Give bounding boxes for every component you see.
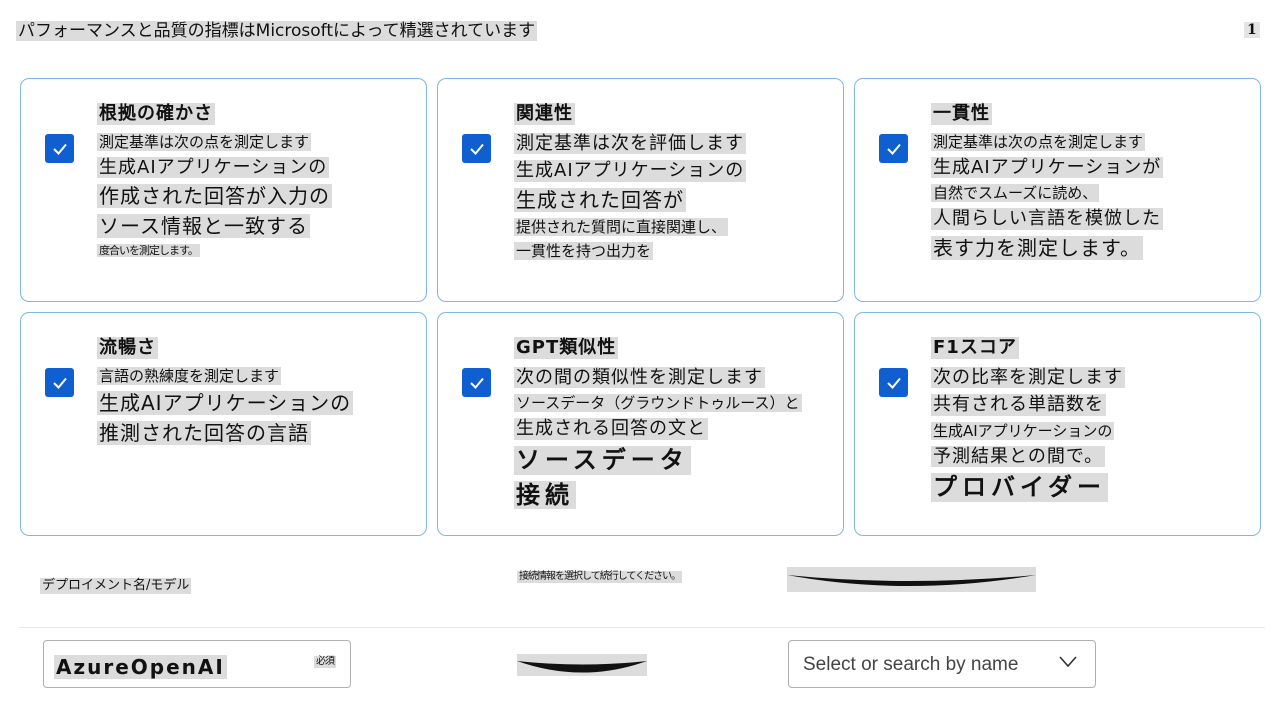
check-icon	[52, 377, 67, 389]
metric-description-line: 度合いを測定します。	[97, 244, 200, 258]
page-index-badge: 1	[1244, 22, 1260, 38]
metric-checkbox[interactable]	[879, 134, 908, 163]
chevron-down-icon	[1059, 656, 1077, 668]
metric-card: 根拠の確かさ測定基準は次の点を測定します生成AIアプリケーションの 作成された回答…	[20, 78, 427, 302]
metric-title: 関連性	[514, 103, 575, 125]
metric-description-line: 作成された回答が入力の	[97, 184, 332, 209]
metric-card-body: 流暢さ言語の熟練度を測定します生成AIアプリケーションの 推測された回答の言語	[97, 337, 412, 451]
metric-card: F1スコア次の比率を測定します 共有される単語数を 生成AIアプリケーションの予測結…	[854, 312, 1261, 536]
connection-hint: 接続情報を選択して続行してください。	[517, 571, 683, 583]
metric-card-body: 一貫性測定基準は次の点を測定します生成AIアプリケーションが自然でスムーズに読め…	[931, 103, 1246, 266]
metric-description-line: 表す力を測定します。	[931, 235, 1143, 260]
metric-description-line: 測定基準は次の点を測定します	[931, 132, 1146, 151]
metric-description-line: 共有される単語数を	[931, 394, 1106, 416]
check-icon	[886, 143, 901, 155]
metric-description-line: ソース情報と一致する	[97, 214, 310, 239]
metric-description-line: 生成AIアプリケーションの	[97, 390, 354, 415]
metric-description-line: 言語の熟練度を測定します	[97, 366, 282, 385]
metric-description-line: 予測結果との間で。	[931, 445, 1106, 468]
required-marker: 必須	[314, 656, 336, 668]
check-icon	[469, 143, 484, 155]
metric-description-line: 次の比率を測定します	[931, 366, 1125, 389]
metric-card: GPT類似性次の間の類似性を測定しますソースデータ（グラウンドトゥルース）と 生成…	[437, 312, 844, 536]
page-title: パフォーマンスと品質の指標はMicrosoftによって精選されています	[16, 21, 538, 42]
metric-card-body: 関連性測定基準は次を評価します 生成AIアプリケーションの 生成された回答が提供され…	[514, 103, 829, 266]
metric-checkbox[interactable]	[462, 134, 491, 163]
metric-title: 一貫性	[931, 103, 992, 125]
model-search-select[interactable]: Select or search by name	[788, 640, 1096, 688]
provider-select[interactable]: AzureOpenAI 必須	[43, 640, 351, 688]
metric-description-line: 次の間の類似性を測定します	[514, 366, 765, 389]
metric-description-line: 測定基準は次を評価します	[514, 132, 746, 155]
metric-title: 根拠の確かさ	[97, 103, 215, 125]
metric-card: 関連性測定基準は次を評価します 生成AIアプリケーションの 生成された回答が提供され…	[437, 78, 844, 302]
chevron-down-icon[interactable]	[517, 654, 647, 676]
metric-card-body: 根拠の確かさ測定基準は次の点を測定します生成AIアプリケーションの 作成された回答…	[97, 103, 412, 263]
metric-title: 流暢さ	[97, 337, 158, 359]
metric-checkbox[interactable]	[462, 368, 491, 397]
metric-description-line: 推測された回答の言語	[97, 420, 311, 445]
metric-description-line: 生成AIアプリケーションの	[97, 156, 330, 179]
metric-description-line: 生成AIアプリケーションの	[931, 421, 1115, 440]
metric-card-body: F1スコア次の比率を測定します 共有される単語数を 生成AIアプリケーションの予測結…	[931, 337, 1246, 508]
metric-checkbox[interactable]	[879, 368, 908, 397]
metric-description-line: 測定基準は次の点を測定します	[97, 132, 312, 151]
deployment-label: デプロイメント名/モデル	[40, 578, 192, 594]
check-icon	[886, 377, 901, 389]
metric-description-line: プロバイダー	[931, 473, 1109, 503]
metric-description-line: 生成された回答が	[514, 187, 686, 212]
metric-card-body: GPT類似性次の間の類似性を測定しますソースデータ（グラウンドトゥルース）と 生成…	[514, 337, 829, 515]
metric-description-line: 提供された質問に直接関連し、	[514, 217, 729, 236]
metric-checkbox[interactable]	[45, 134, 74, 163]
metric-description-line: ソースデータ	[514, 445, 691, 475]
metric-description-line: ソースデータ（グラウンドトゥルース）と	[514, 394, 802, 413]
section-divider	[19, 627, 1265, 628]
check-icon	[469, 377, 484, 389]
metric-description-line: 人間らしい言語を模倣した	[931, 208, 1163, 230]
metric-description-line: 自然でスムーズに読め、	[931, 184, 1100, 203]
check-icon	[52, 143, 67, 155]
metric-title: GPT類似性	[514, 337, 619, 359]
chevron-down-icon[interactable]	[787, 567, 1036, 592]
metric-description-line: 生成AIアプリケーションが	[931, 156, 1164, 179]
metric-checkbox[interactable]	[45, 368, 74, 397]
metric-description-line: 生成AIアプリケーションの	[514, 160, 747, 182]
metric-card: 一貫性測定基準は次の点を測定します生成AIアプリケーションが自然でスムーズに読め…	[854, 78, 1261, 302]
metric-title: F1スコア	[931, 337, 1019, 359]
metric-description-line: 接続	[514, 480, 576, 510]
metric-description-line: 一貫性を持つ出力を	[514, 241, 654, 260]
metric-card: 流暢さ言語の熟練度を測定します生成AIアプリケーションの 推測された回答の言語	[20, 312, 427, 536]
metric-description-line: 生成される回答の文と	[514, 418, 708, 440]
